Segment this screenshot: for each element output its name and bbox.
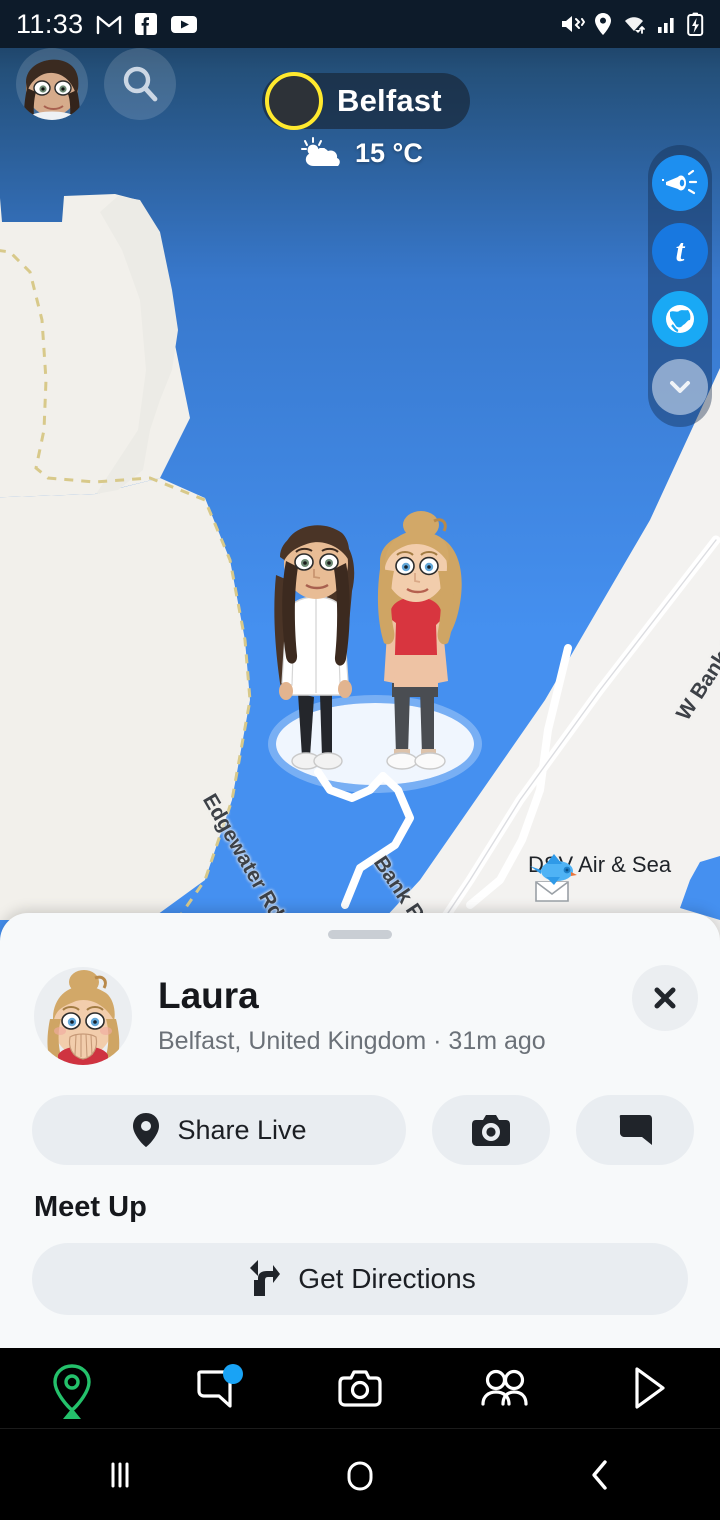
home-button[interactable] bbox=[240, 1455, 480, 1495]
status-left-group: 11:33 bbox=[16, 9, 198, 40]
friend-location-time: Belfast, United Kingdom · 31m ago bbox=[158, 1026, 546, 1055]
temperature-label: 15 °C bbox=[355, 137, 423, 168]
letter-t-icon: t bbox=[676, 233, 686, 268]
globe-button[interactable] bbox=[652, 291, 708, 347]
sheet-action-row: Share Live bbox=[32, 1095, 694, 1165]
snapmap-screen: Edgewater Rd. Bank Rd. W Bank R DSV Air … bbox=[0, 0, 720, 1520]
svg-text:t: t bbox=[676, 233, 686, 268]
sheet-drag-handle[interactable] bbox=[328, 930, 392, 939]
get-directions-button[interactable]: Get Directions bbox=[32, 1243, 688, 1315]
sheet-header: Laura Belfast, United Kingdom · 31m ago bbox=[34, 967, 546, 1065]
camera-icon bbox=[472, 1115, 510, 1146]
poi-dsv-air-and-sea[interactable]: DSV Air & Sea bbox=[524, 852, 671, 902]
back-icon bbox=[592, 1459, 607, 1490]
friend-name: Laura bbox=[158, 975, 259, 1017]
location-pin-icon bbox=[133, 1113, 160, 1147]
chat-unread-badge bbox=[223, 1364, 243, 1384]
recents-icon bbox=[111, 1462, 129, 1487]
mute-vibrate-icon bbox=[562, 16, 585, 32]
place-name: Belfast bbox=[337, 83, 442, 118]
close-icon bbox=[654, 987, 676, 1009]
back-button[interactable] bbox=[480, 1456, 720, 1494]
chat-bubble-icon bbox=[619, 1115, 652, 1145]
search-icon bbox=[123, 66, 158, 102]
friend-detail-sheet: Laura Belfast, United Kingdom · 31m ago … bbox=[0, 913, 720, 1348]
wifi-icon bbox=[625, 17, 645, 34]
nav-friends-tab[interactable] bbox=[432, 1348, 576, 1428]
bluebird-envelope-icon bbox=[530, 854, 577, 902]
place-pill[interactable]: Belfast bbox=[262, 72, 470, 130]
youtube-icon bbox=[170, 15, 197, 33]
megaphone-button[interactable] bbox=[652, 155, 708, 211]
gmail-icon bbox=[96, 15, 121, 35]
globe-icon bbox=[666, 305, 694, 333]
status-right-group bbox=[559, 12, 704, 37]
friends-icon bbox=[481, 1369, 528, 1406]
android-system-nav bbox=[0, 1428, 720, 1520]
camera-icon bbox=[338, 1370, 382, 1407]
active-tab-indicator bbox=[63, 1408, 81, 1419]
megaphone-icon bbox=[662, 169, 698, 195]
nav-camera-tab[interactable] bbox=[288, 1348, 432, 1428]
laura-bitmoji-avatar bbox=[47, 970, 120, 1065]
send-chat-button[interactable] bbox=[576, 1095, 694, 1165]
facebook-icon bbox=[134, 13, 157, 35]
home-icon bbox=[347, 1461, 373, 1490]
directions-arrow-icon bbox=[250, 1260, 281, 1296]
location-icon bbox=[595, 13, 611, 35]
app-bottom-nav bbox=[0, 1348, 720, 1428]
cellular-signal-icon bbox=[658, 18, 674, 33]
share-live-button[interactable]: Share Live bbox=[32, 1095, 406, 1165]
android-status-bar: 11:33 bbox=[0, 0, 720, 48]
friend-text-block: Laura Belfast, United Kingdom · 31m ago bbox=[158, 975, 546, 1056]
map-pin-icon bbox=[53, 1364, 91, 1413]
share-live-label: Share Live bbox=[177, 1114, 307, 1145]
get-directions-label: Get Directions bbox=[298, 1263, 476, 1294]
recents-button[interactable] bbox=[0, 1457, 240, 1493]
map-layer-rail: t bbox=[648, 145, 712, 427]
meet-up-heading: Meet Up bbox=[34, 1191, 147, 1223]
bitmoji-avatars bbox=[274, 511, 462, 770]
send-snap-button[interactable] bbox=[432, 1095, 550, 1165]
user-bitmoji-avatar bbox=[24, 59, 80, 120]
sun-behind-cloud-icon bbox=[301, 137, 340, 166]
close-sheet-button[interactable] bbox=[632, 965, 698, 1031]
map-top-controls: Belfast 15 °C bbox=[0, 48, 720, 168]
profile-avatar-button[interactable] bbox=[16, 48, 88, 120]
place-story-ring bbox=[265, 72, 323, 130]
friend-avatar[interactable] bbox=[34, 967, 132, 1065]
chevron-down-icon bbox=[670, 381, 690, 393]
play-triangle-icon bbox=[635, 1367, 665, 1409]
status-clock: 11:33 bbox=[16, 8, 84, 39]
friend-bitmoji-group[interactable] bbox=[258, 505, 488, 795]
nav-map-tab[interactable] bbox=[0, 1348, 144, 1428]
weather-display: 15 °C bbox=[300, 136, 423, 170]
nav-chat-tab[interactable] bbox=[144, 1348, 288, 1428]
search-button[interactable] bbox=[104, 48, 176, 120]
nav-spotlight-tab[interactable] bbox=[576, 1348, 720, 1428]
collapse-rail-button[interactable] bbox=[652, 359, 708, 415]
battery-charging-icon bbox=[687, 12, 704, 36]
letter-t-button[interactable]: t bbox=[652, 223, 708, 279]
